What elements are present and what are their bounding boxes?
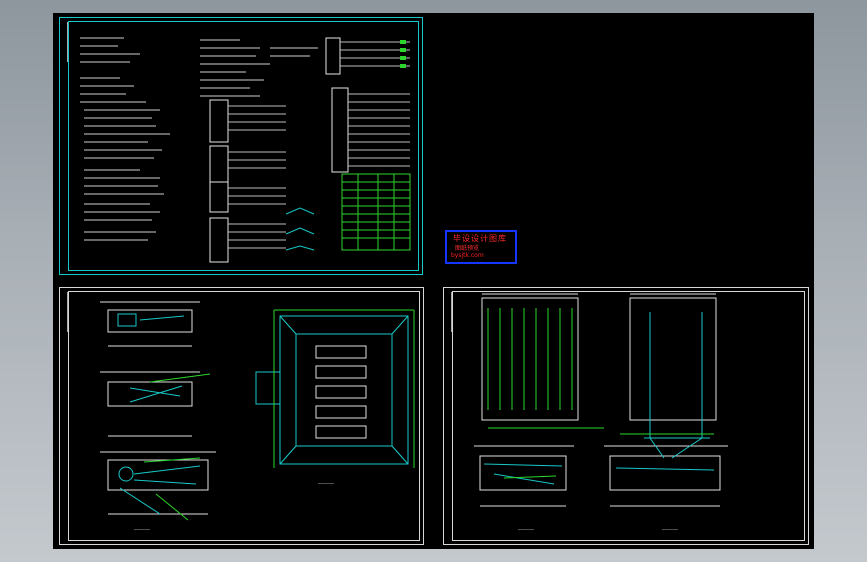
watermark-stamp: 毕设设计图库 图纸预览 bysjtk.com — [445, 230, 517, 264]
plan-caption: ________ — [518, 525, 534, 530]
system-schematic-sheet[interactable] — [59, 17, 423, 275]
grounding-plan-sheet[interactable]: ________ ________ — [443, 287, 809, 545]
stamp-title: 毕设设计图库 — [453, 234, 507, 243]
plan-caption: ________ — [318, 479, 334, 484]
stamp-url: bysjtk.com — [451, 252, 484, 259]
substation-plan-drawing — [100, 301, 415, 521]
cad-drawing-viewport[interactable]: 毕设设计图库 图纸预览 bysjtk.com ________ ________… — [53, 13, 814, 549]
schematic-drawing — [80, 37, 411, 263]
grounding-plan-drawing — [474, 293, 728, 507]
substation-plan-sheet[interactable]: ________ ________ — [59, 287, 424, 545]
plan-caption: ________ — [134, 525, 150, 530]
plan-caption: ________ — [662, 525, 678, 530]
